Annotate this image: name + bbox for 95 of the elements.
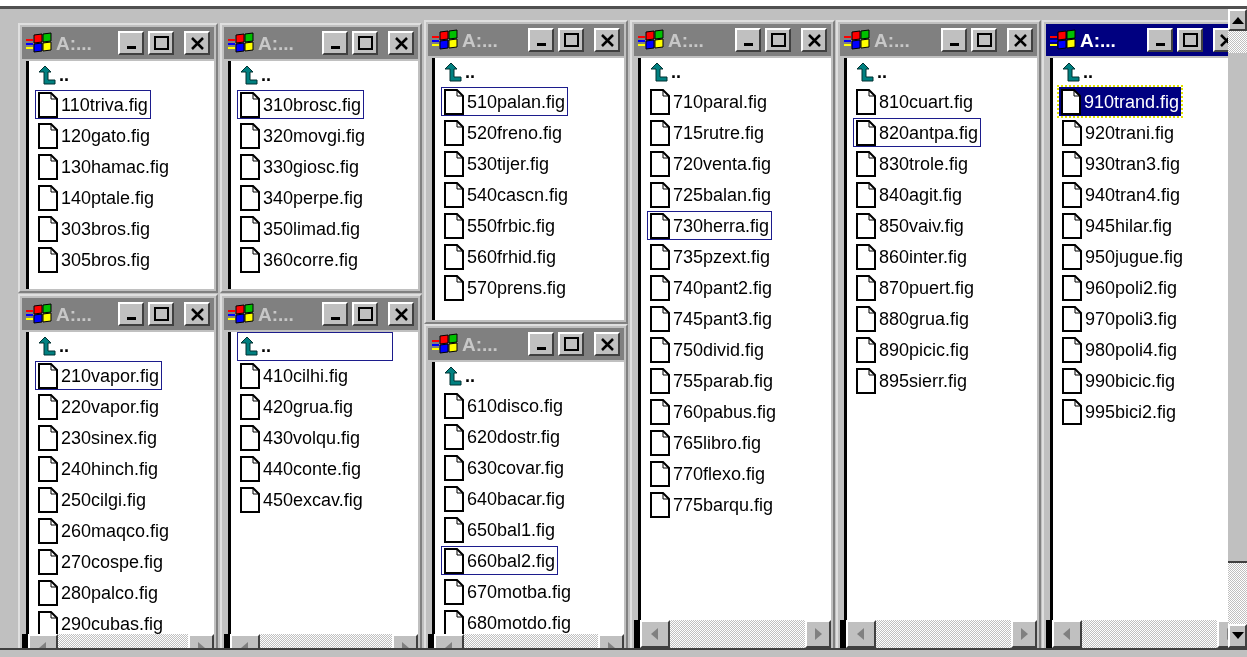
window-title: A:... — [462, 30, 498, 50]
file-item[interactable]: 320movgi.fig — [237, 121, 369, 150]
file-item[interactable]: 120gato.fig — [35, 121, 154, 150]
file-item[interactable]: 725balan.fig — [647, 180, 775, 209]
file-item[interactable]: 980poli4.fig — [1059, 335, 1181, 364]
file-item[interactable]: 940tran4.fig — [1059, 180, 1184, 209]
file-item[interactable]: 303bros.fig — [35, 214, 154, 243]
file-item[interactable]: 330giosc.fig — [237, 152, 363, 181]
file-item[interactable]: 740pant2.fig — [647, 273, 776, 302]
file-item[interactable]: 270cospe.fig — [35, 547, 167, 576]
parent-folder-item[interactable]: .. — [853, 58, 1009, 87]
file-item[interactable]: 210vapor.fig — [35, 361, 163, 390]
file-item[interactable]: 410cilhi.fig — [237, 361, 352, 390]
file-item[interactable]: 440conte.fig — [237, 454, 365, 483]
file-item[interactable]: 960poli2.fig — [1059, 273, 1181, 302]
file-item[interactable]: 950jugue.fig — [1059, 242, 1187, 271]
file-item[interactable]: 650bal1.fig — [441, 515, 559, 544]
file-item[interactable]: 550frbic.fig — [441, 211, 559, 240]
parent-folder-item[interactable]: .. — [35, 61, 191, 90]
file-item[interactable]: 280palco.fig — [35, 578, 162, 607]
parent-folder-item[interactable]: .. — [237, 332, 393, 361]
file-item[interactable]: 680motdo.fig — [441, 608, 575, 634]
file-item[interactable]: 250cilgi.fig — [35, 485, 150, 514]
file-item[interactable]: 360corre.fig — [237, 245, 362, 274]
file-item[interactable]: 340perpe.fig — [237, 183, 367, 212]
parent-folder-item[interactable]: .. — [441, 58, 597, 87]
file-item[interactable]: 745pant3.fig — [647, 304, 776, 333]
file-item[interactable]: 450excav.fig — [237, 485, 366, 514]
file-item[interactable]: 735pzext.fig — [647, 242, 774, 271]
file-item[interactable]: 670motba.fig — [441, 577, 575, 606]
file-item[interactable]: 895sierr.fig — [853, 366, 971, 395]
file-item[interactable]: 890picic.fig — [853, 335, 973, 364]
file-item[interactable]: 140ptale.fig — [35, 183, 158, 212]
file-item[interactable]: 840agit.fig — [853, 180, 966, 209]
file-item[interactable]: 620dostr.fig — [441, 422, 564, 451]
window-title: A:... — [56, 33, 92, 53]
file-item[interactable]: 810cuart.fig — [853, 87, 977, 116]
file-item[interactable]: 660bal2.fig — [441, 546, 559, 575]
file-item[interactable]: 540cascn.fig — [441, 180, 572, 209]
file-item[interactable]: 750divid.fig — [647, 335, 768, 364]
file-item[interactable]: 820antpa.fig — [853, 118, 982, 147]
file-item[interactable]: 830trole.fig — [853, 149, 972, 178]
file-item[interactable]: 560frhid.fig — [441, 242, 560, 271]
file-item[interactable]: 110triva.fig — [35, 90, 151, 119]
parent-folder-item[interactable]: .. — [441, 362, 597, 391]
file-item[interactable]: 130hamac.fig — [35, 152, 173, 181]
window-title: A:... — [668, 30, 704, 50]
file-item[interactable]: 510palan.fig — [441, 87, 569, 116]
window-title: A:... — [56, 304, 92, 324]
parent-folder-item[interactable]: .. — [35, 332, 191, 361]
file-item[interactable]: 710paral.fig — [647, 87, 771, 116]
file-item[interactable]: 990bicic.fig — [1059, 366, 1179, 395]
window-title: A:... — [462, 334, 498, 354]
title-bar[interactable]: A:... — [1046, 24, 1228, 56]
file-item[interactable]: 765libro.fig — [647, 428, 765, 457]
window-title: A:... — [1080, 30, 1116, 50]
file-item[interactable]: 610disco.fig — [441, 391, 567, 420]
file-item[interactable]: 850vaiv.fig — [853, 211, 967, 240]
file-item[interactable]: 420grua.fig — [237, 392, 357, 421]
file-item[interactable]: 970poli3.fig — [1059, 304, 1181, 333]
window-title: A:... — [258, 33, 294, 53]
file-item[interactable]: 570prens.fig — [441, 273, 570, 302]
file-item[interactable]: 945hilar.fig — [1059, 211, 1176, 240]
file-item[interactable]: 760pabus.fig — [647, 397, 780, 426]
file-item[interactable]: 860inter.fig — [853, 242, 971, 271]
parent-folder-item[interactable]: .. — [237, 61, 393, 90]
file-item[interactable]: 430volqu.fig — [237, 423, 364, 452]
file-item[interactable]: 930tran3.fig — [1059, 149, 1184, 178]
file-item[interactable]: 305bros.fig — [35, 245, 154, 274]
file-item[interactable]: 910trand.fig — [1059, 87, 1182, 116]
file-item[interactable]: 755parab.fig — [647, 366, 777, 395]
file-item[interactable]: 310brosc.fig — [237, 90, 365, 119]
file-item[interactable]: 720venta.fig — [647, 149, 775, 178]
file-item[interactable]: 260maqco.fig — [35, 516, 173, 545]
file-item[interactable]: 715rutre.fig — [647, 118, 768, 147]
file-item[interactable]: 770flexo.fig — [647, 459, 769, 488]
file-item[interactable]: 920trani.fig — [1059, 118, 1178, 147]
file-item[interactable]: 520freno.fig — [441, 118, 566, 147]
file-item[interactable]: 350limad.fig — [237, 214, 364, 243]
file-item[interactable]: 230sinex.fig — [35, 423, 161, 452]
window-title: A:... — [874, 30, 910, 50]
file-item[interactable]: 220vapor.fig — [35, 392, 163, 421]
file-item[interactable]: 870puert.fig — [853, 273, 978, 302]
parent-folder-item[interactable]: .. — [1059, 58, 1215, 87]
file-item[interactable]: 630covar.fig — [441, 453, 568, 482]
file-item[interactable]: 880grua.fig — [853, 304, 973, 333]
file-item[interactable]: 995bici2.fig — [1059, 397, 1180, 426]
window-title: A:... — [258, 304, 294, 324]
file-item[interactable]: 290cubas.fig — [35, 609, 167, 634]
file-item[interactable]: 640bacar.fig — [441, 484, 569, 513]
file-item[interactable]: 775barqu.fig — [647, 490, 777, 519]
parent-folder-item[interactable]: .. — [647, 58, 803, 87]
file-item[interactable]: 530tijer.fig — [441, 149, 553, 178]
file-item[interactable]: 240hinch.fig — [35, 454, 162, 483]
file-item[interactable]: 730herra.fig — [647, 211, 773, 240]
